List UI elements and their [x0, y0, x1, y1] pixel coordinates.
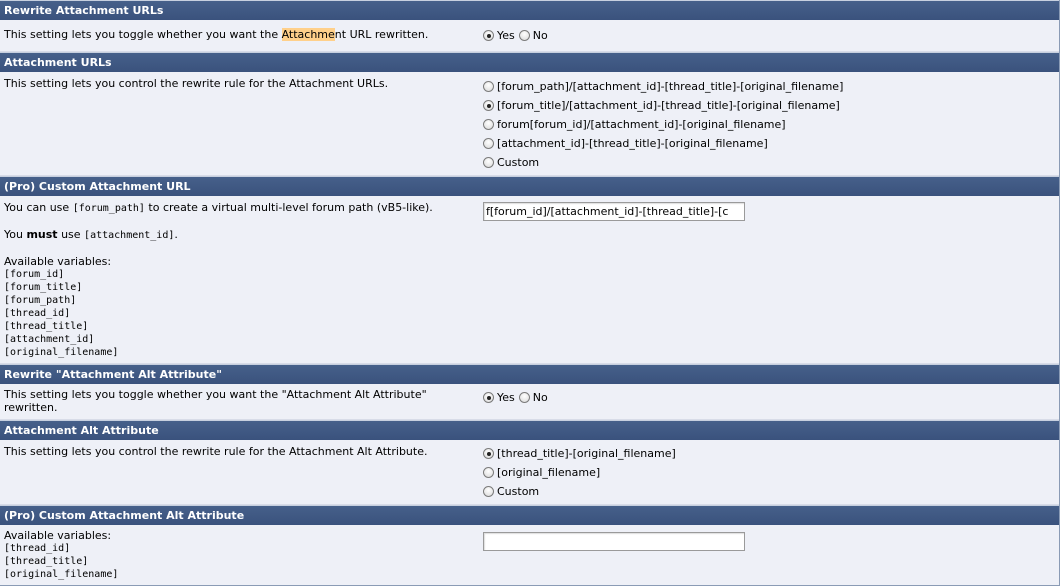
radio-checked-icon[interactable]	[483, 392, 494, 403]
section-body-rewrite-attachment-urls: This setting lets you toggle whether you…	[0, 20, 1059, 52]
variable-item: [original_filename]	[4, 569, 119, 580]
setting-description: This setting lets you toggle whether you…	[4, 28, 474, 41]
section-body-attachment-urls: This setting lets you control the rewrit…	[0, 72, 1059, 176]
url-option-custom[interactable]: Custom	[483, 153, 843, 172]
description-text: This setting lets you toggle whether you…	[4, 28, 282, 41]
option-label: [attachment_id]-[thread_title]-[original…	[497, 137, 768, 150]
radio-unchecked-icon[interactable]	[483, 486, 494, 497]
custom-alt-attribute-input[interactable]	[483, 532, 745, 551]
attachment-url-options: [forum_path]/[attachment_id]-[thread_tit…	[483, 77, 843, 172]
radio-unchecked-icon[interactable]	[483, 157, 494, 168]
radio-unchecked-icon[interactable]	[483, 467, 494, 478]
section-header-custom-alt-attribute: (Pro) Custom Attachment Alt Attribute	[0, 505, 1059, 525]
radio-unchecked-icon[interactable]	[518, 30, 530, 41]
hint-text: .	[174, 228, 178, 241]
section-body-alt-attribute: This setting lets you control the rewrit…	[0, 440, 1059, 505]
section-header-alt-attribute: Attachment Alt Attribute	[0, 420, 1059, 440]
yes-no-toggle: Yes No	[483, 388, 552, 407]
option-label: [original_filename]	[497, 466, 601, 479]
variables-list: [forum_id] [forum_title] [forum_path] [t…	[4, 268, 474, 359]
radio-checked-icon[interactable]	[483, 30, 494, 41]
section-header-attachment-urls: Attachment URLs	[0, 52, 1059, 72]
variable-item: [forum_path]	[4, 295, 77, 306]
option-label: Custom	[497, 156, 540, 169]
no-radio-option[interactable]: No	[518, 29, 548, 42]
variables-label: Available variables:	[4, 255, 112, 268]
hint-text: use	[57, 228, 85, 241]
variable-item: [thread_title]	[4, 321, 89, 332]
url-option-forum-path[interactable]: [forum_path]/[attachment_id]-[thread_tit…	[483, 77, 843, 96]
custom-attachment-url-input[interactable]: f[forum_id]/[attachment_id]-[thread_titl…	[483, 202, 745, 221]
section-body-custom-attachment-url: You can use [forum_path] to create a vir…	[0, 196, 1059, 364]
variables-list: [thread_id] [thread_title] [original_fil…	[4, 542, 474, 581]
yes-label: Yes	[497, 391, 515, 404]
yes-label: Yes	[497, 29, 515, 42]
hint-text: to create a virtual multi-level forum pa…	[144, 201, 433, 214]
setting-description: This setting lets you control the rewrit…	[4, 445, 428, 458]
forum-path-hint: You can use [forum_path] to create a vir…	[4, 201, 474, 215]
yes-radio-option[interactable]: Yes	[483, 29, 515, 42]
setting-description: This setting lets you toggle whether you…	[4, 388, 427, 414]
search-highlight: Attachme	[281, 28, 335, 41]
radio-unchecked-icon[interactable]	[518, 392, 530, 403]
section-body-rewrite-alt-attribute: This setting lets you toggle whether you…	[0, 384, 1059, 420]
no-label: No	[532, 391, 548, 404]
no-label: No	[532, 29, 548, 42]
code-attachment-id: [attachment_id]	[84, 230, 175, 241]
yes-no-toggle: Yes No	[483, 26, 552, 45]
radio-checked-icon[interactable]	[483, 448, 494, 459]
alt-option-original-filename[interactable]: [original_filename]	[483, 463, 676, 482]
emphasis-text: must	[26, 228, 58, 241]
radio-unchecked-icon[interactable]	[483, 81, 494, 92]
variables-label: Available variables:	[4, 529, 112, 542]
radio-unchecked-icon[interactable]	[483, 119, 494, 130]
radio-checked-icon[interactable]	[483, 100, 494, 111]
variable-item: [attachment_id]	[4, 334, 95, 345]
variable-item: [forum_id]	[4, 269, 65, 280]
description-text: nt URL rewritten.	[334, 28, 429, 41]
yes-radio-option[interactable]: Yes	[483, 391, 515, 404]
option-label: [forum_title]/[attachment_id]-[thread_ti…	[497, 99, 840, 112]
hint-text: You	[4, 228, 27, 241]
code-forum-path: [forum_path]	[72, 203, 145, 214]
option-label: [forum_path]/[attachment_id]-[thread_tit…	[497, 80, 844, 93]
section-body-custom-alt-attribute: Available variables: [thread_id] [thread…	[0, 525, 1059, 586]
settings-panel: Rewrite Attachment URLs This setting let…	[0, 0, 1060, 586]
setting-description: Available variables: [thread_id] [thread…	[4, 529, 474, 581]
option-label: [thread_title]-[original_filename]	[497, 447, 676, 460]
variable-item: [original_filename]	[4, 347, 119, 358]
no-radio-option[interactable]: No	[518, 391, 548, 404]
setting-description: This setting lets you control the rewrit…	[4, 77, 389, 90]
option-label: forum[forum_id]/[attachment_id]-[origina…	[497, 118, 786, 131]
option-label: Custom	[497, 485, 540, 498]
variable-item: [thread_id]	[4, 308, 71, 319]
variable-item: [forum_title]	[4, 282, 83, 293]
section-header-custom-attachment-url: (Pro) Custom Attachment URL	[0, 176, 1059, 196]
url-option-forum-title[interactable]: [forum_title]/[attachment_id]-[thread_ti…	[483, 96, 843, 115]
url-option-forum-id[interactable]: forum[forum_id]/[attachment_id]-[origina…	[483, 115, 843, 134]
variable-item: [thread_title]	[4, 556, 89, 567]
url-option-attachment-id[interactable]: [attachment_id]-[thread_title]-[original…	[483, 134, 843, 153]
setting-description: You can use [forum_path] to create a vir…	[4, 201, 474, 359]
hint-text: You can use	[4, 201, 73, 214]
section-header-rewrite-attachment-urls: Rewrite Attachment URLs	[0, 0, 1059, 20]
section-header-rewrite-alt-attribute: Rewrite "Attachment Alt Attribute"	[0, 364, 1059, 384]
alt-option-custom[interactable]: Custom	[483, 482, 676, 501]
alt-option-thread-title[interactable]: [thread_title]-[original_filename]	[483, 444, 676, 463]
radio-unchecked-icon[interactable]	[483, 138, 494, 149]
attachment-id-requirement: You must use [attachment_id].	[4, 228, 474, 242]
alt-attribute-options: [thread_title]-[original_filename] [orig…	[483, 444, 676, 501]
variable-item: [thread_id]	[4, 543, 71, 554]
